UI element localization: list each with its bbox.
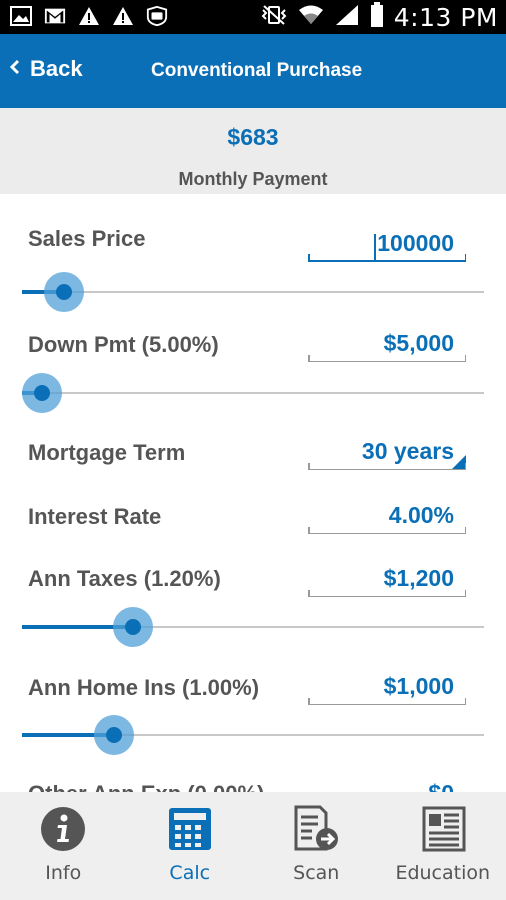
app-header: Back Conventional Purchase	[0, 34, 506, 108]
scan-document-icon	[253, 805, 380, 853]
back-button[interactable]: Back	[8, 56, 83, 82]
sales-price-value: 100000	[377, 230, 454, 256]
ann-taxes-label: Ann Taxes (1.20%)	[28, 566, 221, 591]
sales-price-label: Sales Price	[28, 226, 146, 251]
ann-taxes-input[interactable]: $1,200	[308, 559, 466, 597]
info-icon	[0, 805, 127, 853]
ann-home-ins-input[interactable]: $1,000	[308, 667, 466, 705]
gmail-icon	[44, 5, 66, 27]
nav-info[interactable]: Info	[0, 792, 127, 900]
nav-calc[interactable]: Calc	[127, 792, 254, 900]
slider-thumb[interactable]	[55, 284, 72, 300]
bottom-navigation: Info Calc Scan Education	[0, 792, 506, 900]
status-bar: 4:13 PM	[0, 0, 506, 34]
warning-icon	[112, 5, 134, 27]
id-icon	[146, 5, 168, 27]
down-payment-input[interactable]: $5,000	[308, 324, 466, 362]
slider-track	[22, 392, 484, 394]
back-label: Back	[30, 56, 83, 81]
down-payment-slider[interactable]	[22, 371, 484, 415]
nav-education[interactable]: Education	[380, 792, 506, 900]
nav-scan[interactable]: Scan	[253, 792, 380, 900]
chevron-left-icon	[8, 58, 22, 81]
ann-taxes-slider[interactable]	[22, 605, 484, 649]
slider-track	[22, 291, 484, 293]
nav-scan-label: Scan	[293, 862, 340, 884]
sales-price-slider[interactable]	[22, 270, 484, 314]
signal-icon	[334, 4, 360, 31]
slider-thumb[interactable]	[34, 385, 50, 401]
dropdown-arrow-icon	[452, 455, 466, 469]
clock: 4:13 PM	[393, 2, 498, 32]
mortgage-term-value: 30 years	[361, 438, 454, 464]
nav-calc-label: Calc	[169, 862, 211, 884]
mortgage-term-label: Mortgage Term	[28, 440, 186, 465]
other-ann-exp-value: $0	[428, 780, 454, 792]
ann-home-ins-label: Ann Home Ins (1.00%)	[28, 675, 260, 700]
mortgage-term-dropdown[interactable]: 30 years	[308, 432, 466, 470]
page-title: Conventional Purchase	[151, 60, 363, 81]
ann-home-ins-slider[interactable]	[22, 713, 484, 757]
down-payment-value: $5,000	[383, 330, 454, 356]
mute-vibrate-icon	[260, 4, 288, 31]
slider-thumb[interactable]	[124, 619, 141, 635]
newspaper-icon	[380, 805, 506, 853]
gallery-icon	[10, 5, 32, 27]
interest-rate-value: 4.00%	[388, 502, 454, 528]
nav-info-label: Info	[45, 862, 82, 884]
text-cursor	[374, 233, 377, 260]
sales-price-input[interactable]: 100000	[308, 224, 466, 262]
payment-summary: $683 Monthly Payment	[0, 108, 506, 194]
calculator-icon	[127, 805, 254, 853]
calculator-form: Sales Price 100000 Down Pmt (5.00%) $5,0…	[0, 194, 506, 792]
battery-icon	[370, 1, 384, 33]
other-ann-exp-label: Other Ann Exp (0.00%)	[28, 781, 264, 792]
wifi-icon	[298, 4, 324, 31]
ann-taxes-value: $1,200	[383, 565, 454, 591]
other-ann-exp-input[interactable]: $0	[308, 774, 466, 792]
ann-home-ins-value: $1,000	[383, 673, 454, 699]
monthly-payment-value: $683	[227, 124, 279, 150]
nav-education-label: Education	[395, 862, 491, 884]
interest-rate-label: Interest Rate	[28, 504, 162, 529]
down-payment-label: Down Pmt (5.00%)	[28, 332, 219, 357]
monthly-payment-label: Monthly Payment	[178, 169, 328, 189]
warning-icon	[78, 5, 100, 27]
interest-rate-input[interactable]: 4.00%	[308, 496, 466, 534]
